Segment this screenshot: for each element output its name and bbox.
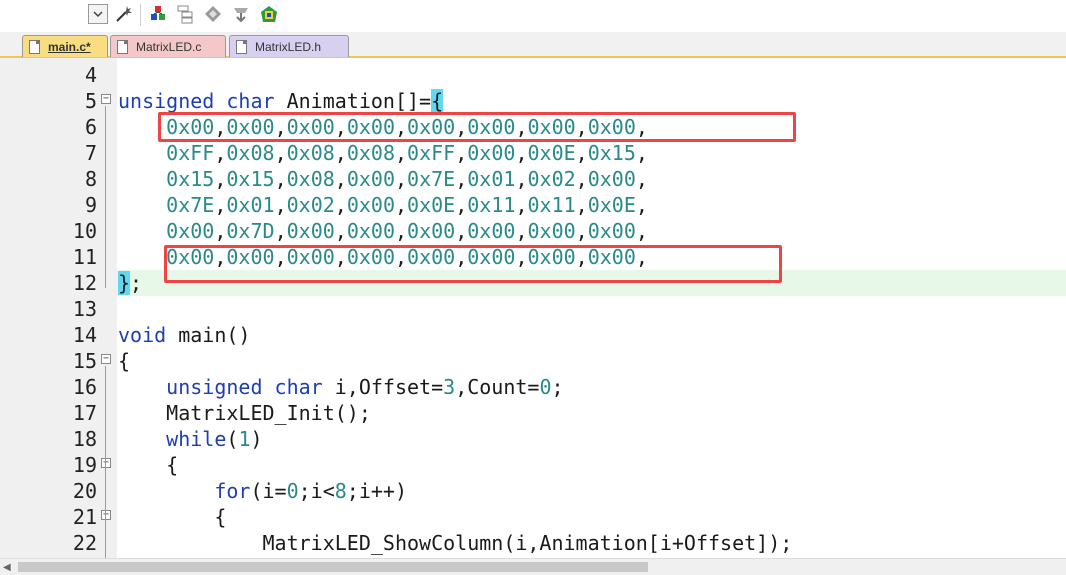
highlight-box-line-6	[158, 112, 796, 142]
code-line[interactable]: 20 for(i=0;i<8;i++)	[0, 478, 1066, 504]
tab-label: MatrixLED.h	[255, 39, 322, 54]
code-line[interactable]: 19− {	[0, 452, 1066, 478]
line-number: 20	[72, 479, 97, 503]
line-number: 7	[84, 141, 97, 165]
code-line[interactable]: 15−{	[0, 348, 1066, 374]
code-line[interactable]: 14 void main()	[0, 322, 1066, 348]
line-number: 18	[72, 427, 97, 451]
fold-toggle-icon[interactable]: −	[101, 458, 111, 468]
code-editor[interactable]: 4 5− unsigned char Animation[]={6 0x00,0x0…	[0, 58, 1066, 558]
code-text: };	[118, 271, 143, 295]
scroll-left-icon[interactable]: ◀	[3, 562, 11, 573]
line-number: 15	[72, 349, 97, 373]
code-text: MatrixLED_Init();	[118, 401, 371, 425]
code-text: unsigned char Animation[]={	[118, 89, 444, 113]
code-line[interactable]: 21− {	[0, 504, 1066, 530]
dropdown-icon[interactable]	[88, 4, 108, 24]
file-icon	[117, 39, 128, 54]
tab-label: MatrixLED.c	[136, 39, 202, 54]
line-number: 22	[72, 531, 97, 555]
file-icon	[29, 39, 40, 54]
fold-toggle-icon[interactable]: −	[101, 354, 111, 364]
diamond-icon[interactable]	[203, 4, 223, 24]
line-number: 12	[72, 271, 97, 295]
code-text: 0x7E,0x01,0x02,0x00,0x0E,0x11,0x11,0x0E,	[166, 193, 648, 217]
code-text: for(i=0;i<8;i++)	[214, 479, 408, 503]
line-number: 5	[84, 89, 97, 113]
line-number: 13	[72, 297, 97, 321]
line-number: 19	[72, 453, 97, 477]
code-line[interactable]: 22 MatrixLED_ShowColumn(i,Animation[i+Of…	[0, 530, 1066, 556]
code-text: while(1)	[166, 427, 263, 451]
file-icon	[236, 39, 247, 54]
code-text: 0xFF,0x08,0x08,0x08,0xFF,0x00,0x0E,0x15,	[166, 141, 648, 165]
line-number: 9	[84, 193, 97, 217]
magic-wand-icon[interactable]	[114, 4, 134, 24]
code-text: void main()	[118, 323, 251, 347]
download-icon[interactable]	[231, 4, 251, 24]
line-number: 8	[84, 167, 97, 191]
line-number: 14	[72, 323, 97, 347]
code-line[interactable]: 18 while(1)	[0, 426, 1066, 452]
tab-matrixled-c[interactable]: MatrixLED.c	[110, 35, 226, 57]
line-number: 21	[72, 505, 97, 529]
line-number: 4	[84, 63, 97, 87]
manage-icon[interactable]	[176, 4, 196, 24]
tab-label: main.c*	[48, 39, 91, 54]
toolbar	[0, 0, 1066, 32]
code-line[interactable]: 9 0x7E,0x01,0x02,0x00,0x0E,0x11,0x11,0x0…	[0, 192, 1066, 218]
toolbar-separator	[140, 4, 141, 26]
rebuild-icon[interactable]	[259, 4, 279, 24]
horizontal-scrollbar[interactable]: ◀	[0, 558, 1066, 575]
line-number: 10	[72, 219, 97, 243]
fold-toggle-icon[interactable]: −	[101, 94, 111, 104]
highlight-box-line-11	[164, 245, 782, 283]
code-text: unsigned char i,Offset=3,Count=0;	[166, 375, 564, 399]
line-number: 16	[72, 375, 97, 399]
code-line[interactable]: 8 0x15,0x15,0x08,0x00,0x7E,0x01,0x02,0x0…	[0, 166, 1066, 192]
line-number: 11	[72, 245, 97, 269]
tab-main-c[interactable]: main.c*	[22, 35, 108, 57]
tab-matrixled-h[interactable]: MatrixLED.h	[229, 35, 349, 57]
code-line[interactable]: 13	[0, 296, 1066, 322]
code-text: {	[118, 453, 179, 477]
file-tab-bar: main.c* MatrixLED.c MatrixLED.h	[0, 32, 1066, 58]
code-text: 0x15,0x15,0x08,0x00,0x7E,0x01,0x02,0x00,	[166, 167, 648, 191]
fold-toggle-icon[interactable]: −	[101, 510, 111, 520]
line-number: 6	[84, 115, 97, 139]
code-line[interactable]: 7 0xFF,0x08,0x08,0x08,0xFF,0x00,0x0E,0x1…	[0, 140, 1066, 166]
code-line[interactable]: 10 0x00,0x7D,0x00,0x00,0x00,0x00,0x00,0x…	[0, 218, 1066, 244]
line-number: 17	[72, 401, 97, 425]
code-line[interactable]: 16 unsigned char i,Offset=3,Count=0;	[0, 374, 1066, 400]
code-text: MatrixLED_ShowColumn(i,Animation[i+Offse…	[118, 531, 793, 555]
code-text: {	[118, 349, 131, 373]
build-icon[interactable]	[148, 4, 168, 24]
scrollbar-thumb[interactable]	[18, 562, 648, 572]
code-line[interactable]: 4	[0, 62, 1066, 88]
code-text: 0x00,0x7D,0x00,0x00,0x00,0x00,0x00,0x00,	[166, 219, 648, 243]
fold-guide	[105, 366, 106, 558]
code-line[interactable]: 17 MatrixLED_Init();	[0, 400, 1066, 426]
code-line[interactable]: 5− unsigned char Animation[]={	[0, 88, 1066, 114]
code-text: {	[118, 505, 227, 529]
fold-guide	[105, 106, 106, 288]
